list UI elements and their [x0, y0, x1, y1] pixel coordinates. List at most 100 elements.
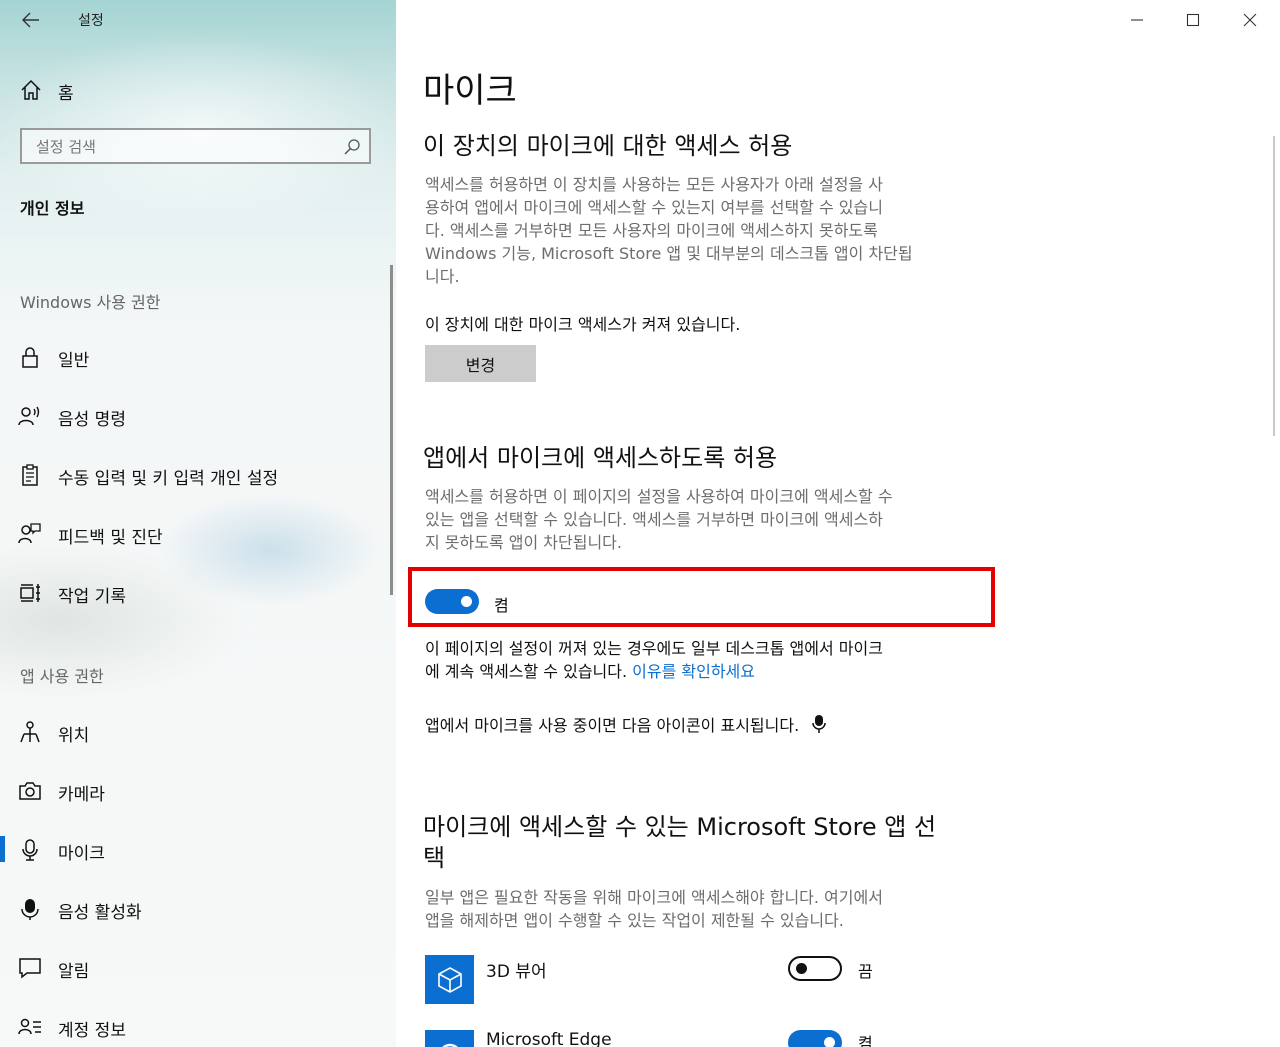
app-access-description: 액세스를 허용하면 이 페이지의 설정을 사용하여 마이크에 액세스할 수 있는… — [425, 485, 980, 554]
mic-in-use-text: 앱에서 마이크를 사용 중이면 다음 아이콘이 표시됩니다. — [425, 716, 800, 735]
heading-line: 택 — [423, 844, 446, 872]
desc-line: 있는 앱을 선택할 수 있습니다. 액세스를 거부하면 마이크에 액세스하 — [425, 510, 883, 529]
app-access-heading: 앱에서 마이크에 액세스하도록 허용 — [423, 444, 778, 472]
note-text: 에 계속 액세스할 수 있습니다. — [425, 662, 633, 681]
note-line: 이 페이지의 설정이 꺼져 있는 경우에도 일부 데스크톱 앱에서 마이크 — [425, 639, 883, 658]
app-access-toggle[interactable] — [425, 589, 479, 614]
sidebar-item-feedback[interactable]: 피드백 및 진단 — [0, 511, 394, 555]
timeline-icon — [20, 584, 40, 602]
settings-sidebar: 설정 홈 개인 정보 Windows 사용 권한 일반 음성 명령 — [0, 0, 396, 1047]
sidebar-item-label: 알림 — [58, 962, 90, 982]
learn-why-link[interactable]: 이유를 확인하세요 — [632, 662, 755, 681]
device-access-status: 이 장치에 대한 마이크 액세스가 켜져 있습니다. — [425, 315, 741, 334]
back-button[interactable] — [16, 6, 46, 34]
sidebar-item-home[interactable]: 홈 — [0, 68, 396, 112]
sidebar-item-notifications[interactable]: 알림 — [0, 945, 394, 989]
desc-line: Windows 기능, Microsoft Store 앱 및 대부분의 데스크… — [425, 244, 913, 263]
desc-line: 용하여 앱에서 마이크에 액세스할 수 있는지 여부를 선택할 수 있습니 — [425, 198, 883, 217]
maximize-icon — [1186, 13, 1200, 27]
desc-line: 다. 액세스를 거부하면 모든 사용자의 마이크에 액세스하지 못하도록 — [425, 221, 878, 240]
sidebar-item-label: 수동 입력 및 키 입력 개인 설정 — [58, 469, 279, 489]
voice-activation-icon — [21, 899, 39, 920]
desktop-apps-note: 이 페이지의 설정이 꺼져 있는 경우에도 일부 데스크톱 앱에서 마이크 에 … — [425, 637, 985, 683]
3d-viewer-icon — [437, 966, 462, 993]
microphone-icon — [22, 839, 38, 861]
sidebar-scrollbar[interactable] — [390, 265, 393, 595]
sidebar-item-label: 음성 명령 — [58, 410, 126, 430]
device-access-heading: 이 장치의 마이크에 대한 액세스 허용 — [423, 132, 793, 160]
lock-icon — [22, 347, 38, 368]
sidebar-item-label: 계정 정보 — [58, 1021, 126, 1041]
sidebar-item-camera[interactable]: 카메라 — [0, 768, 394, 812]
camera-icon — [19, 782, 41, 800]
store-apps-heading: 마이크에 액세스할 수 있는 Microsoft Store 앱 선 택 — [423, 812, 983, 874]
app-name: Microsoft Edge — [486, 1030, 612, 1047]
toggle-knob — [461, 596, 472, 607]
app-tile-3d-viewer — [425, 955, 474, 1004]
sidebar-item-label: 마이크 — [58, 844, 105, 864]
desc-line: 니다. — [425, 267, 460, 286]
change-button[interactable]: 변경 — [425, 345, 536, 382]
location-icon — [20, 721, 40, 743]
main-scrollbar[interactable] — [1273, 136, 1275, 436]
selection-indicator — [0, 836, 5, 862]
app-name: 3D 뷰어 — [486, 962, 547, 982]
desc-line: 앱을 해제하면 앱이 수행할 수 있는 작업이 제한될 수 있습니다. — [425, 911, 844, 930]
windows-permissions-heading: Windows 사용 권한 — [20, 293, 161, 312]
feedback-icon — [18, 523, 41, 544]
desc-line: 일부 앱은 필요한 작동을 위해 마이크에 액세스해야 합니다. 여기에서 — [425, 888, 883, 907]
microphone-indicator-icon — [812, 715, 827, 733]
notification-icon — [19, 958, 41, 979]
page-title: 마이크 — [423, 71, 517, 111]
sidebar-item-location[interactable]: 위치 — [0, 709, 394, 753]
back-arrow-icon — [22, 12, 39, 28]
edge-icon — [441, 1043, 458, 1047]
sidebar-item-label: 피드백 및 진단 — [58, 528, 163, 548]
desc-line: 지 못하도록 앱이 차단됩니다. — [425, 533, 622, 552]
sidebar-item-voice-activation[interactable]: 음성 활성화 — [0, 886, 394, 930]
sidebar-item-general[interactable]: 일반 — [0, 334, 394, 378]
close-icon — [1243, 13, 1257, 27]
sidebar-item-label: 위치 — [58, 726, 90, 746]
home-icon — [21, 79, 41, 100]
category-title: 개인 정보 — [20, 199, 85, 218]
sidebar-item-inking-typing[interactable]: 수동 입력 및 키 입력 개인 설정 — [0, 452, 394, 496]
sidebar-item-microphone[interactable]: 마이크 — [0, 827, 394, 871]
clipboard-icon — [22, 464, 38, 486]
minimize-button[interactable] — [1122, 6, 1152, 34]
desc-line: 액세스를 허용하면 이 페이지의 설정을 사용하여 마이크에 액세스할 수 — [425, 487, 893, 506]
app-toggle-label: 켬 — [858, 1034, 873, 1047]
search-box[interactable] — [20, 128, 371, 164]
app-permissions-heading: 앱 사용 권한 — [20, 667, 104, 686]
home-label: 홈 — [58, 84, 74, 104]
close-button[interactable] — [1235, 6, 1265, 34]
app-toggle-microsoft-edge[interactable] — [788, 1030, 842, 1047]
sidebar-item-label: 음성 활성화 — [58, 903, 142, 923]
app-tile-microsoft-edge — [425, 1030, 474, 1047]
app-toggle-label: 끔 — [858, 962, 873, 981]
sidebar-item-account-info[interactable]: 계정 정보 — [0, 1004, 394, 1047]
window-title: 설정 — [78, 13, 104, 29]
heading-line: 마이크에 액세스할 수 있는 Microsoft Store 앱 선 — [423, 813, 937, 841]
app-toggle-3d-viewer[interactable] — [788, 956, 842, 981]
account-info-icon — [18, 1018, 41, 1035]
sidebar-item-speech[interactable]: 음성 명령 — [0, 393, 394, 437]
sidebar-item-label: 카메라 — [58, 785, 105, 805]
title-bar: 설정 — [0, 0, 396, 40]
search-icon[interactable] — [343, 138, 361, 156]
note-line-2: 에 계속 액세스할 수 있습니다. 이유를 확인하세요 — [425, 660, 985, 683]
toggle-knob — [824, 1037, 835, 1047]
device-access-description: 액세스를 허용하면 이 장치를 사용하는 모든 사용자가 아래 설정을 사 용하… — [425, 173, 980, 288]
store-apps-description: 일부 앱은 필요한 작동을 위해 마이크에 액세스해야 합니다. 여기에서 앱을… — [425, 886, 980, 932]
app-access-toggle-label: 켬 — [494, 596, 509, 615]
toggle-knob — [796, 963, 807, 974]
desc-line: 액세스를 허용하면 이 장치를 사용하는 모든 사용자가 아래 설정을 사 — [425, 175, 883, 194]
sidebar-item-label: 작업 기록 — [58, 587, 126, 607]
speech-icon — [18, 406, 40, 426]
sidebar-item-label: 일반 — [58, 351, 90, 371]
search-input[interactable] — [34, 136, 338, 158]
mic-in-use-note: 앱에서 마이크를 사용 중이면 다음 아이콘이 표시됩니다. — [425, 714, 827, 737]
minimize-icon — [1131, 19, 1143, 21]
maximize-button[interactable] — [1178, 6, 1208, 34]
sidebar-item-activity-history[interactable]: 작업 기록 — [0, 570, 394, 614]
